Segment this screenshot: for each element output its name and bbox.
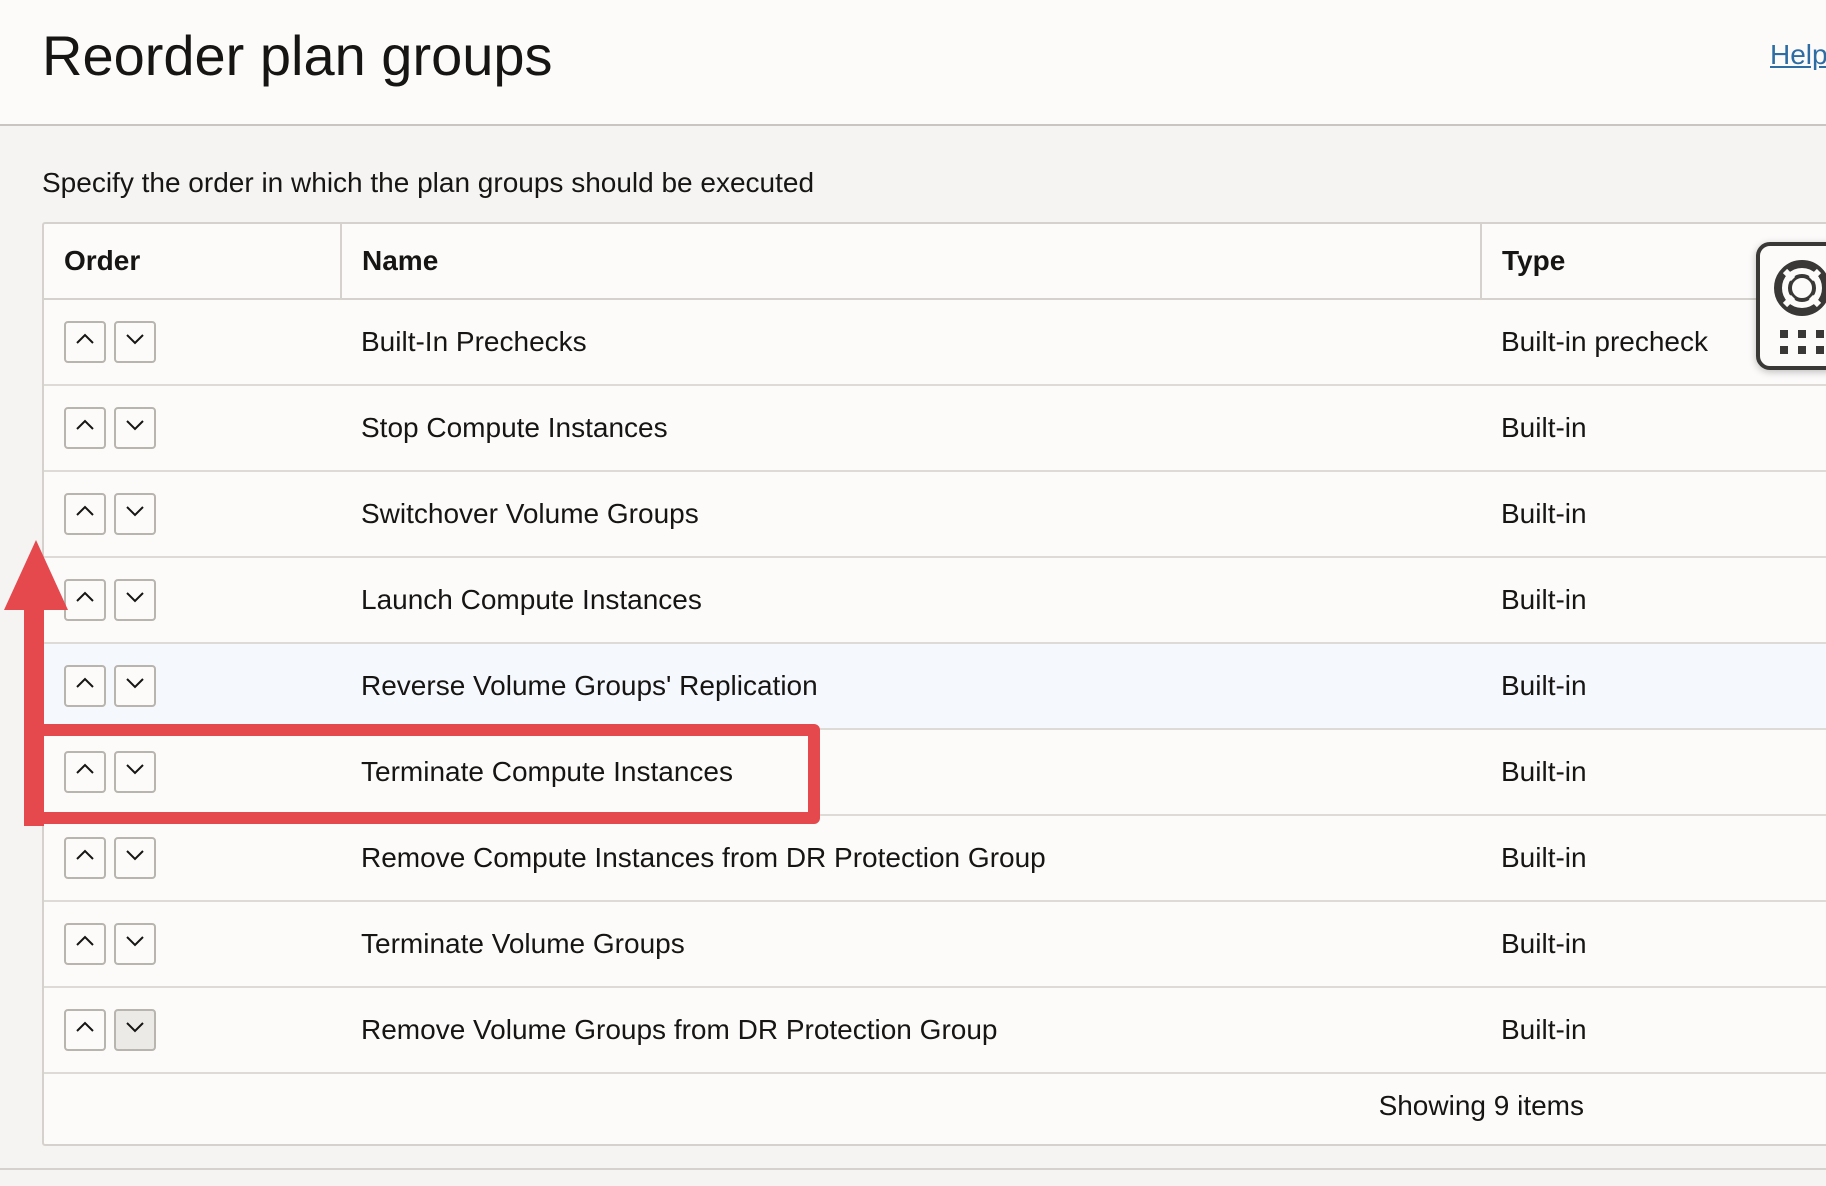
plan-groups-table: Order Name Type Built-In Prechecks Built-… — [42, 222, 1826, 1146]
chevron-down-icon — [123, 412, 147, 444]
grid-dots-icon — [1780, 330, 1824, 354]
plan-group-type: Built-in — [1481, 729, 1826, 816]
move-down-button[interactable] — [114, 407, 156, 449]
move-down-button[interactable] — [114, 579, 156, 621]
page-header: Reorder plan groups Help — [0, 0, 1826, 126]
chevron-down-icon — [123, 670, 147, 702]
plan-group-name: Switchover Volume Groups — [341, 471, 1481, 558]
plan-group-name: Terminate Compute Instances — [341, 729, 1481, 816]
chevron-down-icon — [123, 756, 147, 788]
move-down-button[interactable] — [114, 321, 156, 363]
table-row: Built-In Prechecks Built-in precheck — [44, 299, 1826, 386]
plan-group-type: Built-in — [1481, 385, 1826, 472]
plan-group-type: Built-in — [1481, 901, 1826, 988]
move-up-button[interactable] — [64, 1009, 106, 1051]
table-header-row: Order Name Type — [44, 224, 1826, 300]
plan-group-name: Remove Compute Instances from DR Protect… — [341, 815, 1481, 902]
chevron-up-icon — [73, 928, 97, 960]
divider — [0, 1168, 1826, 1170]
move-up-button[interactable] — [64, 923, 106, 965]
chevron-up-icon — [73, 1014, 97, 1046]
plan-group-name: Launch Compute Instances — [341, 557, 1481, 644]
order-cell — [44, 643, 341, 730]
instruction-text: Specify the order in which the plan grou… — [42, 167, 815, 198]
chevron-down-icon — [123, 928, 147, 960]
plan-group-type: Built-in — [1481, 815, 1826, 902]
page-title: Reorder plan groups — [42, 24, 553, 87]
plan-group-type: Built-in — [1481, 987, 1826, 1074]
order-cell — [44, 987, 341, 1074]
move-down-button[interactable] — [114, 1009, 156, 1051]
move-up-button[interactable] — [64, 837, 106, 879]
move-down-button[interactable] — [114, 923, 156, 965]
move-up-button[interactable] — [64, 751, 106, 793]
plan-group-name: Remove Volume Groups from DR Protection … — [341, 987, 1481, 1074]
table-row: Stop Compute Instances Built-in — [44, 385, 1826, 472]
move-down-button[interactable] — [114, 837, 156, 879]
order-cell — [44, 299, 341, 386]
move-up-button[interactable] — [64, 407, 106, 449]
plan-group-name: Reverse Volume Groups' Replication — [341, 643, 1481, 730]
plan-group-name: Terminate Volume Groups — [341, 901, 1481, 988]
lifebuoy-icon — [1774, 260, 1826, 316]
chevron-up-icon — [73, 670, 97, 702]
chevron-up-icon — [73, 842, 97, 874]
order-cell — [44, 901, 341, 988]
chevron-up-icon — [73, 756, 97, 788]
move-down-button[interactable] — [114, 665, 156, 707]
table-row: Switchover Volume Groups Built-in — [44, 471, 1826, 558]
content-area: Specify the order in which the plan grou… — [0, 126, 1826, 1186]
order-cell — [44, 729, 341, 816]
move-up-button[interactable] — [64, 493, 106, 535]
chevron-down-icon — [123, 842, 147, 874]
chevron-up-icon — [73, 498, 97, 530]
order-cell — [44, 557, 341, 644]
column-header-order[interactable]: Order — [44, 224, 341, 300]
help-link[interactable]: Help — [1770, 38, 1826, 72]
chevron-down-icon — [123, 498, 147, 530]
plan-group-type: Built-in — [1481, 471, 1826, 558]
move-up-button[interactable] — [64, 665, 106, 707]
table-row: Launch Compute Instances Built-in — [44, 557, 1826, 644]
move-up-button[interactable] — [64, 579, 106, 621]
order-cell — [44, 815, 341, 902]
table-row: Reverse Volume Groups' Replication Built-… — [44, 643, 1826, 730]
chevron-down-icon — [123, 1014, 147, 1046]
table-row: Remove Volume Groups from DR Protection … — [44, 987, 1826, 1074]
table-footer: Showing 9 items — [44, 1070, 1826, 1144]
table-row: Terminate Volume Groups Built-in — [44, 901, 1826, 988]
move-down-button[interactable] — [114, 493, 156, 535]
plan-group-name: Built-In Prechecks — [341, 299, 1481, 386]
table-row: Remove Compute Instances from DR Protect… — [44, 815, 1826, 902]
order-cell — [44, 385, 341, 472]
plan-group-type: Built-in — [1481, 643, 1826, 730]
items-count: Showing 9 items — [1378, 1090, 1584, 1121]
help-widget[interactable] — [1756, 242, 1826, 370]
chevron-down-icon — [123, 584, 147, 616]
chevron-up-icon — [73, 326, 97, 358]
table-row: Terminate Compute Instances Built-in — [44, 729, 1826, 816]
chevron-down-icon — [123, 326, 147, 358]
plan-group-name: Stop Compute Instances — [341, 385, 1481, 472]
move-up-button[interactable] — [64, 321, 106, 363]
order-cell — [44, 471, 341, 558]
chevron-up-icon — [73, 584, 97, 616]
chevron-up-icon — [73, 412, 97, 444]
move-down-button[interactable] — [114, 751, 156, 793]
plan-group-type: Built-in — [1481, 557, 1826, 644]
column-header-name[interactable]: Name — [340, 224, 1481, 300]
